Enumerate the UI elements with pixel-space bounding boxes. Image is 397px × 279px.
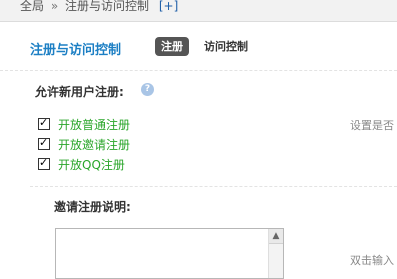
- breadcrumb-current: 注册与访问控制: [65, 0, 150, 13]
- checkbox-qq-registration[interactable]: [38, 156, 50, 170]
- option-label: 开放QQ注册: [58, 157, 125, 172]
- textarea-scrollbar[interactable]: ▲: [268, 229, 283, 278]
- scroll-up-icon[interactable]: ▲: [269, 229, 283, 244]
- checkbox-normal-registration[interactable]: [38, 116, 50, 130]
- registration-hint: 设置是否: [350, 119, 394, 132]
- option-normal-registration[interactable]: 开放普通注册: [38, 116, 130, 132]
- page-title: 注册与访问控制: [30, 43, 122, 58]
- breadcrumb-separator: »: [50, 0, 59, 13]
- add-shortcut-link[interactable]: [+]: [159, 0, 178, 13]
- option-invite-registration[interactable]: 开放邀请注册: [38, 136, 130, 152]
- breadcrumb-root[interactable]: 全局: [20, 0, 44, 13]
- invite-hint: 双击输入: [350, 254, 394, 267]
- tab-registration[interactable]: 注册: [155, 37, 189, 56]
- allow-registration-label: 允许新用户注册:: [35, 85, 124, 99]
- option-label: 开放邀请注册: [58, 137, 131, 152]
- option-label: 开放普通注册: [58, 117, 131, 132]
- page-header: 注册与访问控制 注册 访问控制: [0, 22, 397, 71]
- breadcrumb: 全局 » 注册与访问控制 [+]: [20, 0, 178, 12]
- option-qq-registration[interactable]: 开放QQ注册: [38, 156, 125, 172]
- tab-access-control[interactable]: 访问控制: [204, 37, 248, 56]
- invite-description-textarea[interactable]: ▲: [55, 228, 284, 279]
- section-divider: [30, 186, 397, 187]
- checkbox-invite-registration[interactable]: [38, 136, 50, 150]
- invite-description-label: 邀请注册说明:: [54, 200, 131, 214]
- top-bar: 全局 » 注册与访问控制 [+]: [0, 0, 397, 22]
- question-icon[interactable]: ?: [141, 83, 154, 96]
